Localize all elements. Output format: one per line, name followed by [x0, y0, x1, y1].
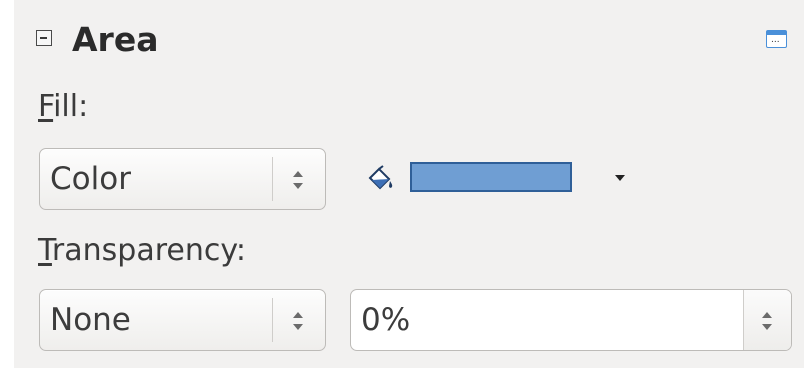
transparency-percent-value[interactable]: 0%	[361, 290, 410, 350]
area-panel: Area ... Fill: Color Transparency: None …	[14, 0, 804, 368]
more-options-icon[interactable]: ...	[766, 30, 787, 48]
transparency-label: Transparency:	[38, 232, 246, 270]
fill-type-value: Color	[50, 161, 131, 197]
updown-arrows-icon[interactable]	[292, 169, 304, 191]
fill-type-select[interactable]: Color	[39, 148, 326, 210]
more-options-glyph: ...	[771, 35, 780, 45]
minus-box-icon[interactable]	[36, 30, 52, 46]
fill-color-swatch[interactable]	[410, 162, 572, 192]
transparency-type-value: None	[50, 302, 131, 338]
transparency-type-divider	[272, 298, 273, 342]
paint-bucket-icon[interactable]	[366, 165, 396, 193]
transparency-type-select[interactable]: None	[39, 289, 326, 351]
updown-arrows-icon[interactable]	[292, 310, 304, 332]
fill-label: Fill:	[38, 88, 88, 126]
dropdown-arrow-icon[interactable]	[615, 175, 625, 181]
transparency-label-text: ransparency:	[51, 233, 247, 268]
fill-label-text: ill:	[53, 89, 89, 124]
updown-arrows-icon[interactable]	[761, 310, 773, 332]
panel-title: Area	[72, 20, 159, 59]
fill-type-divider	[272, 157, 273, 201]
transparency-label-accelerator: T	[38, 233, 52, 268]
transparency-percent-field[interactable]: 0%	[350, 289, 792, 351]
fill-label-accelerator: F	[38, 89, 54, 124]
transparency-spin-button[interactable]	[743, 290, 791, 350]
